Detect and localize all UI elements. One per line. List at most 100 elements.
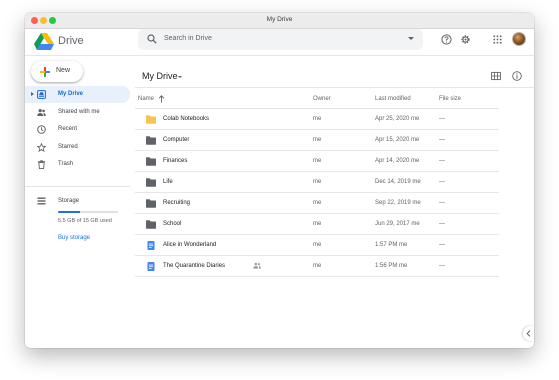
file-owner: me [313,242,322,248]
file-size: — [439,179,445,185]
header-divider [25,55,534,56]
file-name: Life [163,179,173,185]
sidebar-item-label: My Drive [58,91,84,97]
storage-used-text: 5.5 GB of 15 GB used [58,218,112,224]
new-button[interactable]: New [31,61,83,82]
sidebar-item-my-drive[interactable]: My Drive [25,86,130,103]
file-row[interactable]: School me Jun 29, 2017 me — [135,214,499,235]
storage-usage-bar [58,211,118,213]
file-row[interactable]: Computer me Apr 15, 2020 me — [135,130,499,151]
app-name: Drive [58,35,84,47]
sidebar-item-shared-with-me[interactable]: Shared with me [25,104,130,121]
breadcrumb-caret-icon[interactable] [178,76,182,78]
search-input[interactable]: Search in Drive [164,35,212,42]
grid-view-icon[interactable] [491,71,501,81]
google-doc-icon [147,262,155,271]
chevron-left-icon [526,330,531,337]
file-name: Recruiting [163,200,191,206]
info-icon[interactable] [512,71,522,81]
drive-window: My Drive Drive Search in Drive New My Dr… [25,13,534,348]
expand-arrow-icon[interactable] [31,92,34,96]
file-name: The Quarantine Diaries [163,263,226,269]
folder-icon [146,115,156,124]
file-row[interactable]: Recruiting me Sep 22, 2019 me — [135,193,499,214]
file-size: — [439,200,445,206]
folder-icon [146,178,156,187]
main-header-divider [135,87,534,88]
my-drive-icon [37,90,46,99]
account-avatar[interactable] [512,32,526,46]
file-owner: me [313,179,322,185]
star-icon [37,143,46,152]
sidebar-item-label: Trash [58,161,74,167]
folder-icon [146,199,156,208]
search-options-caret-icon[interactable] [408,37,414,40]
file-name: Alice in Wonderland [163,242,217,248]
file-size: — [439,263,445,269]
file-name: Colab Notebooks [163,116,210,122]
file-name: Computer [163,137,190,143]
file-last-modified: Jun 29, 2017 me [375,221,420,227]
settings-gear-icon[interactable] [460,34,471,45]
title-bar: My Drive [25,13,534,29]
file-owner: me [313,263,322,269]
plus-icon [40,67,50,77]
column-header-file-size[interactable]: File size [439,96,461,102]
storage-usage-fill [58,211,81,213]
file-row[interactable]: The Quarantine Diaries me 1:56 PM me — [135,256,499,277]
breadcrumb[interactable]: My Drive [142,71,178,81]
file-row[interactable]: Life me Dec 14, 2019 me — [135,172,499,193]
clock-icon [37,125,46,134]
sidebar-item-label: Recent [58,126,78,132]
file-last-modified: 1:56 PM me [375,263,408,269]
sidebar-item-label: Shared with me [58,109,100,115]
window-title: My Drive [266,16,293,23]
file-size: — [439,221,445,227]
google-doc-icon [147,241,155,250]
file-owner: me [313,158,322,164]
file-owner: me [313,221,322,227]
folder-icon [146,157,156,166]
file-row[interactable]: Finances me Apr 14, 2020 me — [135,151,499,172]
file-last-modified: 1:57 PM me [375,242,408,248]
file-size: — [439,242,445,248]
side-panel-toggle-button[interactable] [523,326,534,341]
people-icon [37,109,46,116]
sidebar-item-starred[interactable]: Starred [25,139,130,156]
new-button-label: New [56,67,71,74]
search-icon[interactable] [147,34,157,44]
file-last-modified: Dec 14, 2019 me [375,179,421,185]
column-header-owner[interactable]: Owner [313,96,331,102]
help-icon[interactable] [441,34,452,45]
file-size: — [439,158,445,164]
file-row[interactable]: Colab Notebooks me Apr 25, 2020 me — [135,109,499,130]
file-size: — [439,116,445,122]
file-last-modified: Apr 25, 2020 me [375,116,420,122]
search-bar[interactable]: Search in Drive [138,29,423,50]
file-last-modified: Apr 14, 2020 me [375,158,420,164]
file-name: School [163,221,182,227]
folder-icon [146,136,156,145]
column-header-name[interactable]: Name [138,96,154,102]
file-row[interactable]: Alice in Wonderland me 1:57 PM me — [135,235,499,256]
sidebar-divider [25,186,130,187]
sort-ascending-arrow-icon[interactable] [158,95,165,103]
shared-people-icon [253,262,261,269]
file-name: Finances [163,158,188,164]
column-header-last-modified[interactable]: Last modified [375,96,411,102]
drive-logo-icon[interactable] [34,33,54,50]
file-owner: me [313,116,322,122]
sidebar-item-label: Starred [58,144,78,150]
file-last-modified: Sep 22, 2019 me [375,200,421,206]
trash-icon [38,160,45,169]
file-owner: me [313,200,322,206]
storage-label[interactable]: Storage [58,198,79,204]
buy-storage-link[interactable]: Buy storage [58,235,90,241]
file-size: — [439,137,445,143]
apps-grid-icon[interactable] [492,34,503,45]
storage-icon [37,197,46,205]
file-last-modified: Apr 15, 2020 me [375,137,420,143]
folder-icon [146,220,156,229]
sidebar-item-recent[interactable]: Recent [25,121,130,138]
sidebar-item-trash[interactable]: Trash [25,156,130,173]
